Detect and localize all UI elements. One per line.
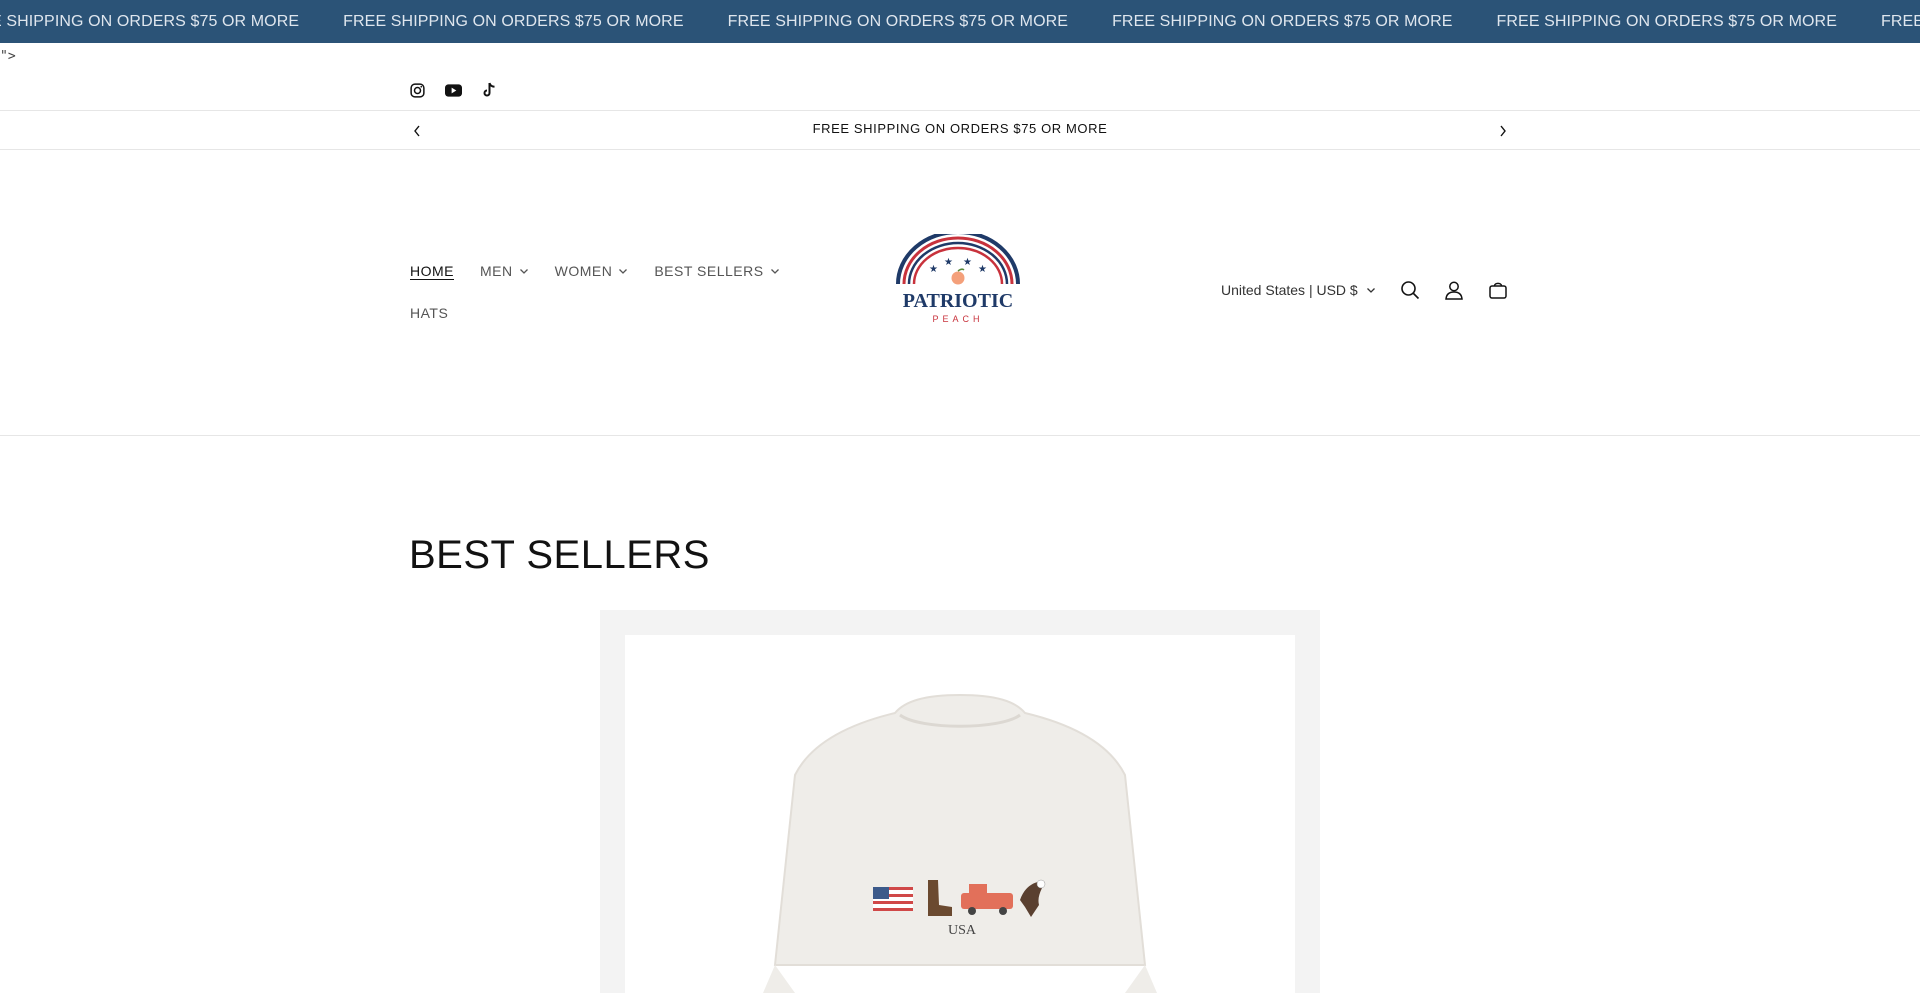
stray-text: "> xyxy=(0,49,16,64)
instagram-icon[interactable] xyxy=(408,81,426,99)
nav-label: HOME xyxy=(410,263,454,279)
marquee-item: FREE SHIPPING ON ORDERS $75 OR MORE xyxy=(1496,12,1837,30)
nav-item-best-sellers[interactable]: BEST SELLERS xyxy=(654,263,779,279)
nav-label: BEST SELLERS xyxy=(654,263,764,279)
site-logo[interactable]: ★ ★ ★ ★ PATRIOTIC PEACH xyxy=(893,230,1023,334)
product-card[interactable]: USA xyxy=(600,610,1320,993)
flag-print xyxy=(873,887,913,911)
chevron-down-icon xyxy=(1366,288,1375,293)
header-tools: United States | USD $ xyxy=(1221,278,1510,302)
nav-item-women[interactable]: WOMEN xyxy=(555,263,629,279)
announcement-bar: FREE SHIPPING ON ORDERS $75 OR MORE xyxy=(0,110,1920,150)
announcement-text: FREE SHIPPING ON ORDERS $75 OR MORE xyxy=(812,121,1108,136)
svg-text:★: ★ xyxy=(944,257,953,268)
chevron-down-icon xyxy=(770,269,779,274)
svg-text:★: ★ xyxy=(978,264,987,275)
marquee-bar: E SHIPPING ON ORDERS $75 OR MORE FREE SH… xyxy=(0,0,1920,43)
chevron-right-icon xyxy=(1500,125,1506,137)
nav-label: HATS xyxy=(410,305,449,321)
nav-item-home[interactable]: HOME xyxy=(410,263,454,279)
social-links xyxy=(408,81,498,99)
nav-label: WOMEN xyxy=(554,263,613,279)
chevron-down-icon xyxy=(619,269,628,274)
marquee-item: FREE SHIPPING ON ORDERS $75 OR MORE xyxy=(343,12,684,30)
cart-icon[interactable] xyxy=(1486,278,1510,302)
logo-sub: PEACH xyxy=(932,314,983,324)
marquee-item: FREE SHIPPING ON ORDERS $75 O xyxy=(1880,12,1920,30)
chevron-down-icon xyxy=(519,269,528,274)
main-nav: HOME MEN WOMEN BEST SELLERS HATS xyxy=(410,258,810,326)
tiktok-icon[interactable] xyxy=(480,81,498,99)
youtube-icon[interactable] xyxy=(444,81,462,99)
marquee-item: FREE SHIPPING ON ORDERS $75 OR MORE xyxy=(1112,12,1453,30)
account-icon[interactable] xyxy=(1442,278,1466,302)
section-title: BEST SELLERS xyxy=(409,533,710,577)
product-image[interactable]: USA xyxy=(625,635,1295,993)
marquee-track: E SHIPPING ON ORDERS $75 OR MORE FREE SH… xyxy=(0,0,1920,43)
svg-text:★: ★ xyxy=(963,257,972,268)
svg-text:★: ★ xyxy=(929,264,938,275)
search-icon[interactable] xyxy=(1398,278,1422,302)
site-header: HOME MEN WOMEN BEST SELLERS HATS ★ ★ ★ ★… xyxy=(0,150,1920,436)
marquee-item: E SHIPPING ON ORDERS $75 OR MORE xyxy=(0,12,300,30)
nav-item-men[interactable]: MEN xyxy=(480,263,529,279)
nav-label: MEN xyxy=(480,263,513,279)
logo-name: PATRIOTIC xyxy=(903,290,1013,312)
announcement-next-button[interactable] xyxy=(1494,122,1512,140)
country-label: United States | USD $ xyxy=(1221,282,1358,298)
print-text: USA xyxy=(948,923,977,938)
marquee-item: FREE SHIPPING ON ORDERS $75 OR MORE xyxy=(727,12,1069,30)
country-selector[interactable]: United States | USD $ xyxy=(1221,282,1376,298)
nav-item-hats[interactable]: HATS xyxy=(410,305,448,321)
